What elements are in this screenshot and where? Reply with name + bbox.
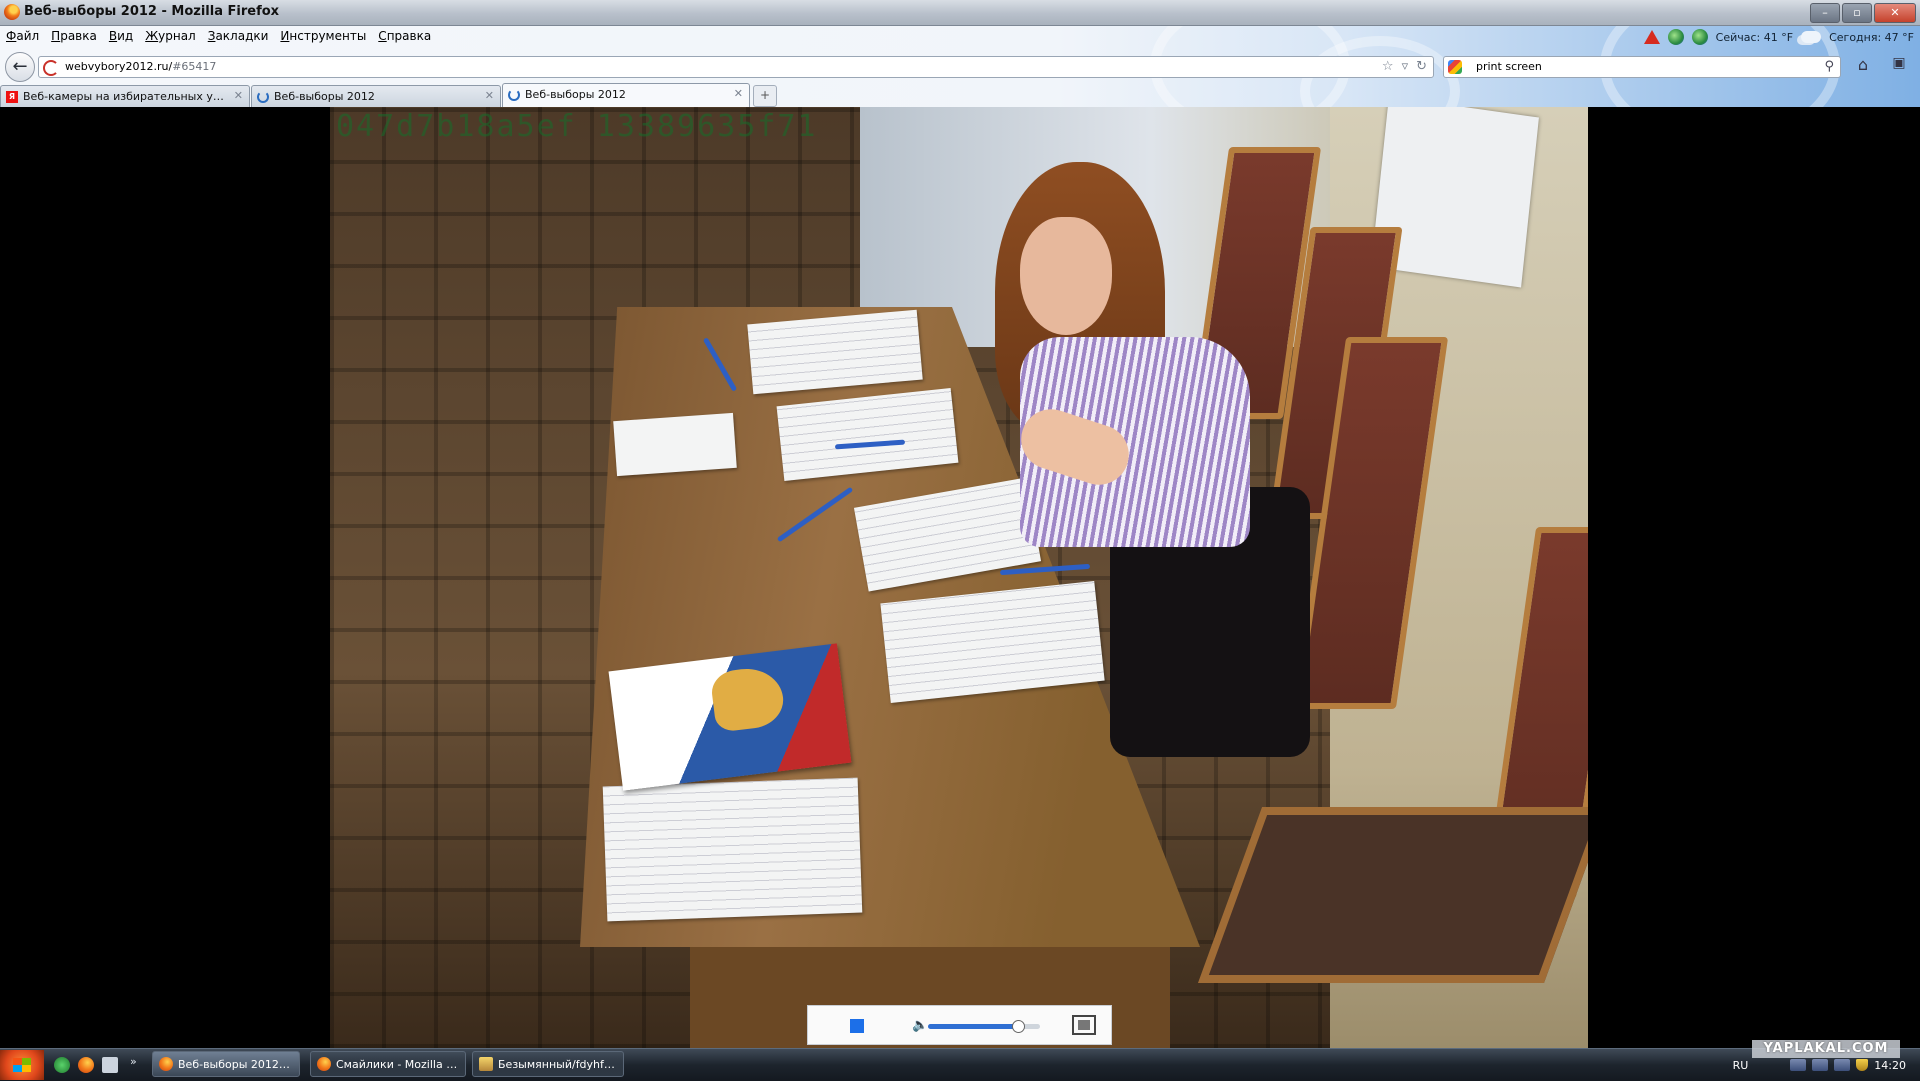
- quicklaunch-firefox-icon[interactable]: [78, 1057, 94, 1073]
- volume-fill: [928, 1024, 1018, 1029]
- dropdown-arrow-icon[interactable]: ▿: [1402, 59, 1409, 74]
- menu-help[interactable]: Справка: [372, 26, 437, 48]
- quicklaunch-desktop-icon[interactable]: [102, 1057, 118, 1073]
- stop-button[interactable]: [850, 1019, 864, 1033]
- warning-icon[interactable]: [1643, 30, 1660, 44]
- search-bar[interactable]: print screen ⚲: [1443, 56, 1841, 78]
- weather-globe-icon[interactable]: [1691, 29, 1708, 45]
- windows-logo-icon: [13, 1058, 31, 1072]
- paint-icon: [479, 1057, 493, 1071]
- taskbar-item-smiles[interactable]: Смайлики - Mozilla Fir...: [310, 1051, 466, 1077]
- volume-slider[interactable]: [928, 1020, 1040, 1033]
- home-icon: ⌂: [1857, 55, 1869, 74]
- tab-label: Веб-камеры на избирательных участк...: [23, 90, 229, 103]
- tray-app-icon[interactable]: [1834, 1059, 1851, 1071]
- chair-seat: [1197, 807, 1588, 983]
- menu-bar: Файл Правка Вид Журнал Закладки Инструме…: [0, 26, 437, 48]
- bookmark-star-icon[interactable]: ☆: [1382, 59, 1394, 74]
- url-hash: #65417: [172, 60, 217, 73]
- person-face: [1020, 217, 1112, 335]
- fullscreen-button[interactable]: [1072, 1015, 1096, 1035]
- firefox-logo-icon: [4, 4, 20, 20]
- language-indicator[interactable]: RU: [1733, 1059, 1749, 1072]
- navigation-toolbar: ← webvybory2012.ru/#65417 ☆ ▿ ↻ print sc…: [0, 49, 1920, 83]
- taskbar-item-vybory[interactable]: Веб-выборы 2012 - ...: [152, 1051, 300, 1077]
- close-tab-icon[interactable]: ✕: [234, 89, 243, 102]
- security-shield-icon[interactable]: [1856, 1059, 1869, 1071]
- quicklaunch-app-icon[interactable]: [54, 1057, 70, 1073]
- network-icon[interactable]: [1790, 1059, 1807, 1071]
- close-window-button[interactable]: ✕: [1874, 3, 1916, 23]
- menu-bookmarks[interactable]: Закладки: [202, 26, 275, 48]
- menu-tools[interactable]: Инструменты: [274, 26, 372, 48]
- menu-edit[interactable]: Правка: [45, 26, 103, 48]
- close-tab-icon[interactable]: ✕: [734, 87, 743, 100]
- extension-button[interactable]: ▣: [1886, 55, 1912, 77]
- new-tab-button[interactable]: +: [753, 85, 777, 107]
- search-input[interactable]: print screen: [1476, 60, 1542, 73]
- tab-vybory-2[interactable]: Веб-выборы 2012 ✕: [502, 83, 750, 107]
- video-overlay-hash: 047d7b18a5ef 13389635f71: [336, 109, 818, 144]
- puzzle-icon: ▣: [1892, 55, 1906, 71]
- reload-icon[interactable]: ↻: [1416, 59, 1427, 74]
- status-area: Сейчас: 41 °F Сегодня: 47 °F: [1643, 29, 1914, 45]
- close-tab-icon[interactable]: ✕: [485, 89, 494, 102]
- firefox-icon: [159, 1057, 173, 1071]
- volume-icon[interactable]: 🔈: [912, 1018, 928, 1033]
- quicklaunch-more-icon[interactable]: »: [130, 1055, 137, 1068]
- russia-map-image: [709, 664, 787, 733]
- menu-history[interactable]: Журнал: [139, 26, 202, 48]
- window-title: Веб-выборы 2012 - Mozilla Firefox: [24, 4, 280, 19]
- site-identity-icon[interactable]: [43, 60, 59, 76]
- cloud-icon: [1801, 31, 1822, 43]
- menu-view[interactable]: Вид: [103, 26, 139, 48]
- start-button[interactable]: [0, 1050, 44, 1080]
- tab-strip: Я Веб-камеры на избирательных участк... …: [0, 83, 1920, 107]
- window-controls: – ▫ ✕: [1810, 3, 1916, 23]
- weather-today[interactable]: Сегодня: 47 °F: [1829, 31, 1914, 44]
- tab-label: Веб-выборы 2012: [274, 90, 375, 103]
- page-content: 047d7b18a5ef 13389635f71: [0, 107, 1920, 1048]
- url-host: webvybory2012.ru/: [65, 60, 173, 73]
- webcam-video[interactable]: 047d7b18a5ef 13389635f71: [330, 107, 1588, 1048]
- volume-knob[interactable]: [1011, 1020, 1025, 1033]
- protocol-form: [602, 777, 863, 922]
- ya-icon: Я: [6, 91, 18, 103]
- taskbar-item-label: Смайлики - Mozilla Fir...: [336, 1058, 459, 1071]
- firefox-icon: [317, 1057, 331, 1071]
- vybory-icon: [508, 89, 520, 101]
- taskbar-item-paint[interactable]: Безымянный/fdyhfdh....: [472, 1051, 624, 1077]
- title-bar: Веб-выборы 2012 - Mozilla Firefox – ▫ ✕: [0, 0, 1920, 26]
- paper-stack: [747, 309, 923, 395]
- back-button[interactable]: ←: [5, 52, 35, 82]
- home-button[interactable]: ⌂: [1850, 55, 1876, 77]
- addon-globe-icon[interactable]: [1667, 29, 1684, 45]
- note-sheet: [613, 412, 737, 477]
- search-icon[interactable]: ⚲: [1824, 59, 1834, 74]
- tab-vybory-1[interactable]: Веб-выборы 2012 ✕: [251, 85, 501, 107]
- minimize-button[interactable]: –: [1810, 3, 1840, 23]
- back-arrow-icon: ←: [12, 56, 28, 77]
- taskbar: » Веб-выборы 2012 - ... Смайлики - Mozil…: [0, 1048, 1920, 1081]
- player-controls: 🔈: [807, 1005, 1112, 1045]
- tray-app-icon[interactable]: [1812, 1059, 1829, 1071]
- tab-webcams[interactable]: Я Веб-камеры на избирательных участк... …: [0, 85, 250, 107]
- vybory-icon: [257, 91, 269, 103]
- watermark-logo: YAPLAKAL.COM: [1752, 1040, 1900, 1058]
- taskbar-item-label: Веб-выборы 2012 - ...: [178, 1058, 293, 1071]
- browser-chrome: Файл Правка Вид Журнал Закладки Инструме…: [0, 26, 1920, 107]
- tab-label: Веб-выборы 2012: [525, 88, 626, 101]
- google-search-engine-icon[interactable]: [1448, 60, 1462, 74]
- url-bar[interactable]: webvybory2012.ru/#65417 ☆ ▿ ↻: [38, 56, 1434, 78]
- clock[interactable]: 14:20: [1874, 1059, 1906, 1072]
- taskbar-item-label: Безымянный/fdyhfdh....: [498, 1058, 617, 1071]
- plus-icon: +: [759, 88, 771, 102]
- restore-button[interactable]: ▫: [1842, 3, 1872, 23]
- url-bar-icons: ☆ ▿ ↻: [1382, 59, 1427, 74]
- menu-file[interactable]: Файл: [0, 26, 45, 48]
- weather-now[interactable]: Сейчас: 41 °F: [1716, 31, 1793, 44]
- url-text: webvybory2012.ru/#65417: [65, 60, 216, 73]
